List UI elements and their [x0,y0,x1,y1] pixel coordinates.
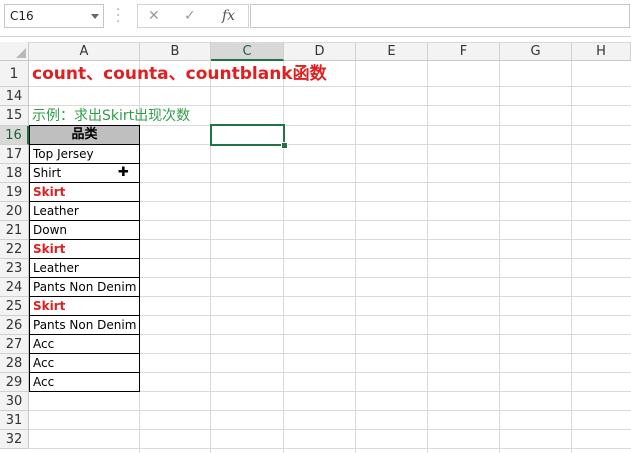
column-header-f[interactable]: F [428,42,500,61]
table-row[interactable]: Acc [29,354,140,373]
table-row[interactable]: Down [29,221,140,240]
table-row[interactable]: Skirt [29,297,140,316]
table-row[interactable]: Skirt [29,183,140,202]
row-header-1[interactable]: 1 [0,61,29,87]
select-all-button[interactable] [0,42,29,61]
row-header-18[interactable]: 18 [0,164,29,183]
row-header-24[interactable]: 24 [0,278,29,297]
row-header-29[interactable]: 29 [0,373,29,392]
name-box[interactable]: C16 [4,4,104,28]
table-row[interactable]: Skirt [29,240,140,259]
table-row[interactable]: Acc [29,373,140,392]
title-cell[interactable]: count、counta、countblank函数 [29,61,327,87]
cancel-icon[interactable]: ✕ [148,8,160,24]
formula-buttons: ✕ ✓ fx [137,4,249,28]
column-header-c[interactable]: C [211,42,284,61]
row-header-16[interactable]: 16 [0,126,29,145]
column-header-e[interactable]: E [356,42,428,61]
row-header-25[interactable]: 25 [0,297,29,316]
select-all-icon [16,48,26,58]
vertical-dots-icon: · · · [116,3,121,30]
row-header-27[interactable]: 27 [0,335,29,354]
enter-icon[interactable]: ✓ [184,8,196,24]
fill-handle[interactable] [281,142,288,149]
worksheet-grid[interactable]: count、counta、countblank函数 示例：求出Skirt出现次数… [29,61,631,453]
table-row[interactable]: Leather [29,259,140,278]
table-row[interactable]: Pants Non Denim [29,316,140,335]
column-header-g[interactable]: G [500,42,572,61]
row-header-21[interactable]: 21 [0,221,29,240]
column-header-d[interactable]: D [284,42,356,61]
row-header-23[interactable]: 23 [0,259,29,278]
row-header-26[interactable]: 26 [0,316,29,335]
active-cell-selection[interactable] [210,124,285,146]
row-header-17[interactable]: 17 [0,145,29,164]
column-header-a[interactable]: A [29,42,140,61]
row-header-28[interactable]: 28 [0,354,29,373]
row-header-20[interactable]: 20 [0,202,29,221]
table-row[interactable]: Pants Non Denim [29,278,140,297]
insert-function-icon[interactable]: fx [222,8,235,24]
table-header-cell[interactable]: 品类 [29,125,140,145]
example-cell[interactable]: 示例：求出Skirt出现次数 [29,106,190,126]
name-box-value: C16 [10,9,34,23]
column-header-h[interactable]: H [572,42,631,61]
row-header-30[interactable]: 30 [0,392,29,411]
formula-input[interactable] [250,4,630,28]
row-header-22[interactable]: 22 [0,240,29,259]
row-header-19[interactable]: 19 [0,183,29,202]
column-header-b[interactable]: B [140,42,211,61]
row-header-32[interactable]: 32 [0,430,29,449]
chevron-down-icon[interactable] [91,14,99,19]
row-header-31[interactable]: 31 [0,411,29,430]
row-header-14[interactable]: 14 [0,87,29,106]
formula-bar: C16 · · · ✕ ✓ fx [0,0,631,37]
row-header-15[interactable]: 15 [0,106,29,126]
table-row[interactable]: Top Jersey [29,145,140,164]
table-row[interactable]: Leather [29,202,140,221]
table-row[interactable]: Acc [29,335,140,354]
cell-cursor-icon: ✚ [118,165,129,180]
